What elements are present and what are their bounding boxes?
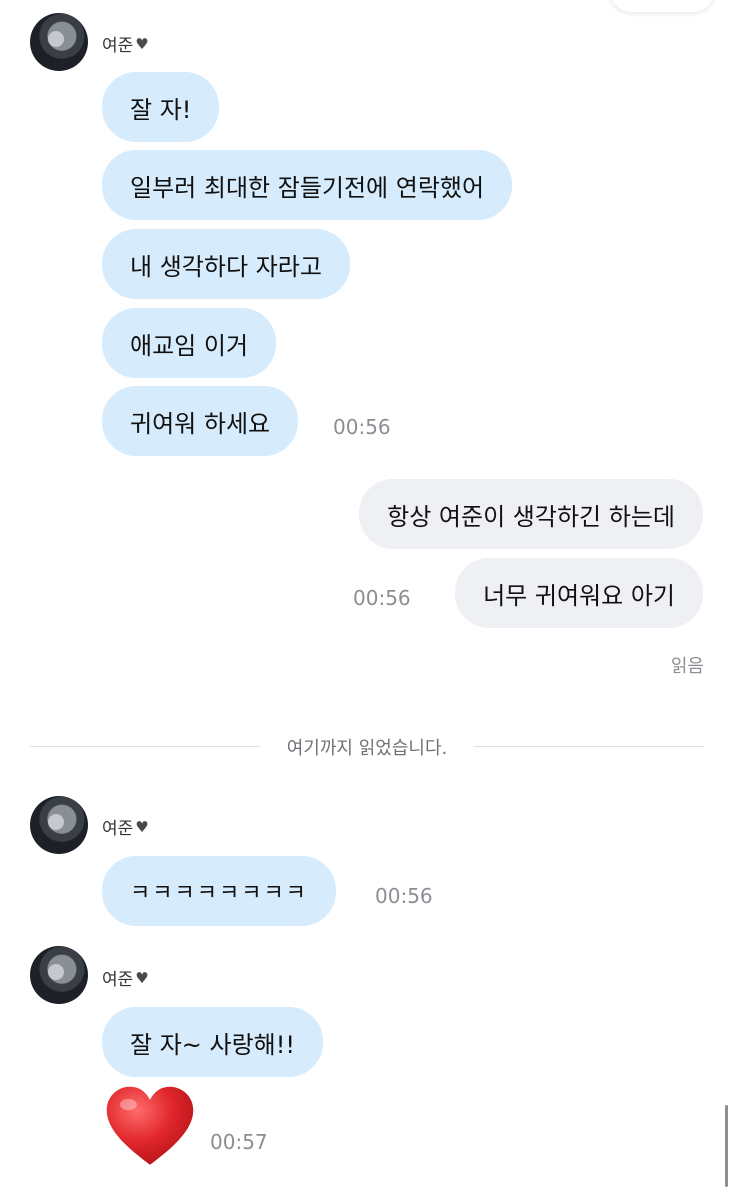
message-bubble[interactable]: 내 생각하다 자라고 bbox=[102, 229, 350, 299]
message-bubble[interactable]: 잘 자! bbox=[102, 72, 220, 142]
sender-name: 여준 ♥ bbox=[102, 817, 149, 840]
sender-name: 여준 ♥ bbox=[102, 34, 149, 57]
message-bubble[interactable]: 귀여워 하세요 bbox=[102, 386, 299, 456]
avatar[interactable] bbox=[30, 796, 88, 854]
heart-icon: ♥ bbox=[135, 817, 149, 836]
scrollbar[interactable] bbox=[725, 1105, 728, 1187]
my-message-bubble[interactable]: 너무 귀여워요 아기 bbox=[455, 558, 703, 628]
avatar[interactable] bbox=[30, 946, 88, 1004]
read-receipt: 읽음 bbox=[670, 656, 704, 677]
sender-name: 여준 ♥ bbox=[102, 968, 149, 991]
heart-emoji-icon[interactable] bbox=[103, 1082, 197, 1176]
timestamp: 00:57 bbox=[210, 1130, 268, 1154]
read-up-to-here-divider: 여기까지 읽었습니다. bbox=[286, 738, 448, 759]
message-bubble[interactable]: 애교임 이거 bbox=[102, 308, 277, 378]
timestamp: 00:56 bbox=[375, 884, 433, 908]
message-bubble[interactable]: ㅋㅋㅋㅋㅋㅋㅋㅋ bbox=[102, 856, 336, 926]
my-message-bubble[interactable]: 항상 여준이 생각하긴 하는데 bbox=[359, 479, 703, 549]
top-tab-fragment[interactable] bbox=[610, 0, 714, 12]
heart-icon: ♥ bbox=[135, 34, 149, 53]
timestamp: 00:56 bbox=[353, 586, 411, 610]
heart-icon: ♥ bbox=[135, 968, 149, 987]
avatar[interactable] bbox=[30, 13, 88, 71]
message-bubble[interactable]: 일부러 최대한 잠들기전에 연락했어 bbox=[102, 150, 513, 220]
timestamp: 00:56 bbox=[333, 415, 391, 439]
message-bubble[interactable]: 잘 자~ 사랑해!! bbox=[102, 1007, 324, 1077]
